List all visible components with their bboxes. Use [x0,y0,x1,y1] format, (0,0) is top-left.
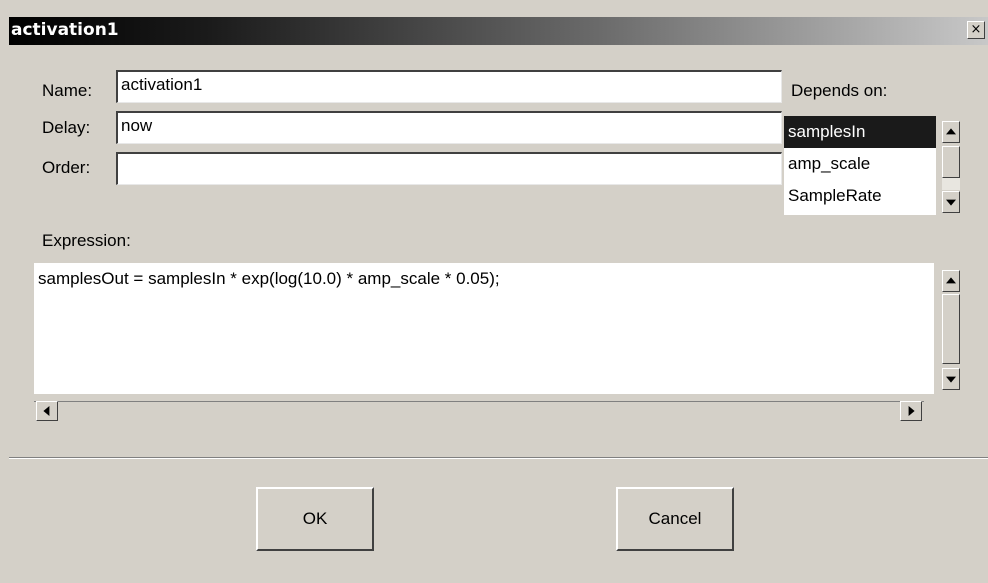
editor-scroll-up-button[interactable] [942,270,960,292]
dialog-window: activation1 × Name: activation1 Delay: n… [0,0,988,583]
list-scrollbar-track[interactable] [942,178,960,190]
arrow-left-icon [43,406,50,416]
list-scrollbar-thumb[interactable] [942,146,960,178]
list-scroll-up-button[interactable] [942,121,960,143]
order-label: Order: [42,158,91,177]
depends-on-list[interactable]: samplesIn amp_scale SampleRate [784,116,936,215]
arrow-down-icon [946,376,956,383]
expression-label: Expression: [42,231,131,250]
delay-field[interactable]: now [116,111,782,144]
expression-editor[interactable]: samplesOut = samplesIn * exp(log(10.0) *… [34,263,934,394]
arrow-up-icon [946,128,956,135]
editor-scroll-right-button[interactable] [900,401,922,421]
arrow-down-icon [946,199,956,206]
list-item-samplerate[interactable]: SampleRate [784,180,936,212]
title-bar[interactable]: activation1 × [9,17,988,45]
cancel-button[interactable]: Cancel [616,487,734,551]
editor-scroll-left-button[interactable] [36,401,58,421]
ok-button[interactable]: OK [256,487,374,551]
editor-scroll-down-button[interactable] [942,368,960,390]
order-field[interactable] [116,152,782,185]
editor-vscrollbar-thumb[interactable] [942,294,960,364]
name-field[interactable]: activation1 [116,70,782,103]
close-icon[interactable]: × [967,21,985,39]
name-label: Name: [42,81,93,100]
list-item-samplesin[interactable]: samplesIn [784,116,936,148]
editor-hscrollbar-track[interactable] [34,401,924,423]
arrow-up-icon [946,277,956,284]
list-scroll-down-button[interactable] [942,191,960,213]
window-title: activation1 [11,20,119,40]
list-item-amp-scale[interactable]: amp_scale [784,148,936,180]
arrow-right-icon [908,406,915,416]
depends-on-label: Depends on: [791,81,888,100]
delay-label: Delay: [42,118,91,137]
divider [9,457,988,459]
